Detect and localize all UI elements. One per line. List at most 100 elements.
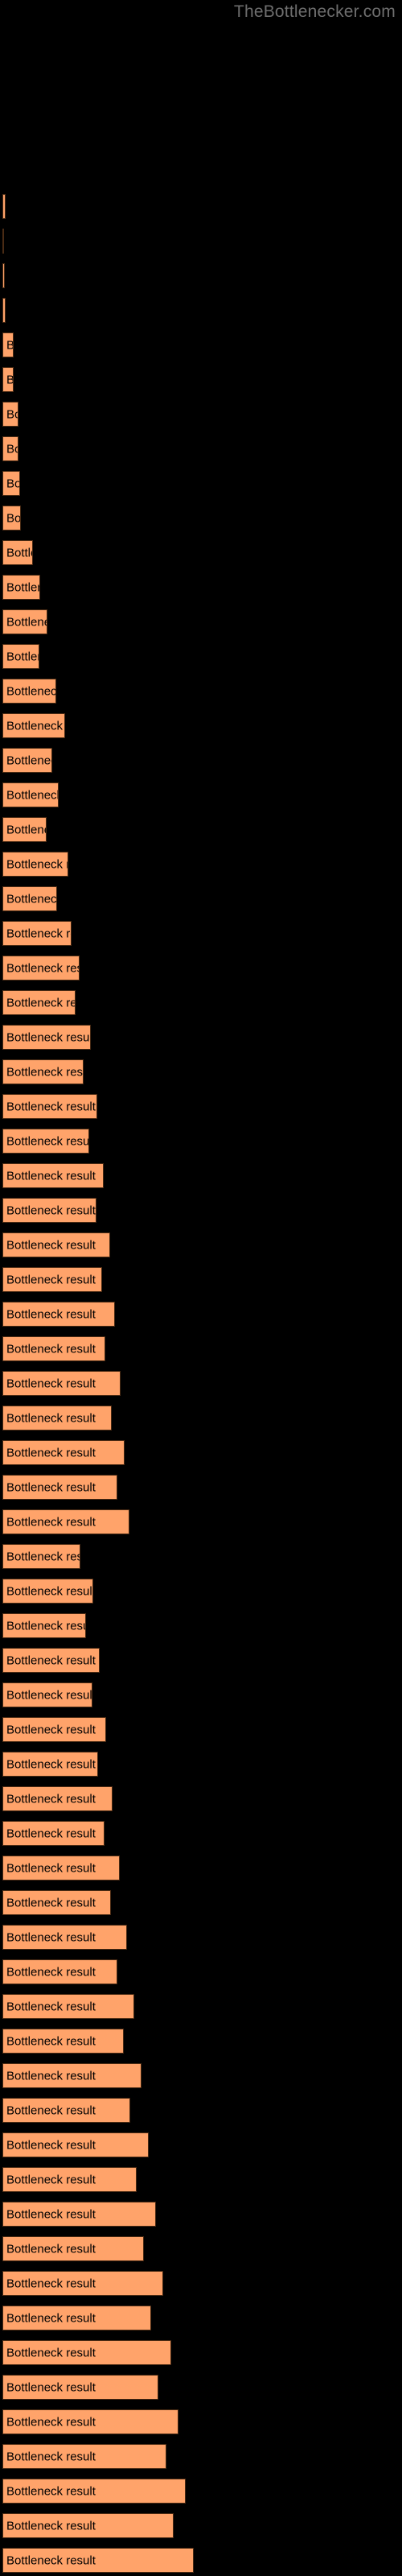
bar[interactable]: Bottleneck result bbox=[2, 956, 80, 980]
bar[interactable]: Bottleneck result bbox=[2, 1613, 86, 1638]
bar-label: Bottleneck result bbox=[6, 1515, 96, 1529]
bar-label: Bottleneck result bbox=[6, 338, 13, 352]
bar[interactable]: Bottleneck result bbox=[2, 1163, 104, 1188]
bar-label: Bottleneck result bbox=[6, 1792, 96, 1806]
bar-label: Bottleneck result bbox=[6, 1688, 92, 1702]
bar[interactable]: Bottleneck result bbox=[2, 2098, 130, 2123]
bar[interactable]: Bottleneck result bbox=[2, 1509, 129, 1534]
bar[interactable]: Bottleneck result bbox=[2, 990, 76, 1015]
bar[interactable]: Bottleneck result bbox=[2, 1232, 110, 1257]
bar[interactable]: Bottleneck result bbox=[2, 644, 39, 669]
bar[interactable]: Bottleneck result bbox=[2, 852, 68, 877]
bar[interactable]: Bottleneck result bbox=[2, 367, 14, 392]
bar[interactable]: Bottleneck result bbox=[2, 782, 59, 807]
bar-label: Bottleneck result bbox=[6, 650, 39, 663]
bar[interactable]: Bottleneck result bbox=[2, 2513, 174, 2538]
bar-label: Bottleneck result bbox=[6, 1965, 96, 1979]
bar-label: Bottleneck result bbox=[6, 1377, 96, 1390]
bar-label: Bottleneck result bbox=[6, 2000, 96, 2013]
bar-label: Bottleneck result bbox=[6, 407, 18, 421]
bar[interactable]: Bottleneck result bbox=[2, 1890, 111, 1915]
bar[interactable]: Bottleneck result bbox=[2, 1094, 97, 1119]
bar[interactable]: Bottleneck result bbox=[2, 575, 40, 600]
bar[interactable]: Bottleneck result bbox=[2, 1682, 92, 1707]
bar[interactable]: Bottleneck result bbox=[2, 1440, 125, 1465]
bar[interactable]: Bottleneck result bbox=[2, 2167, 137, 2192]
bar-label: Bottleneck result bbox=[6, 1619, 85, 1633]
bar-label: Bottleneck result bbox=[6, 1827, 96, 1840]
bar-label: Bottleneck result bbox=[6, 684, 56, 698]
bar-label: Bottleneck result bbox=[6, 1550, 80, 1563]
bar[interactable]: Bottleneck result bbox=[2, 263, 5, 288]
bar[interactable]: Bottleneck result bbox=[2, 1267, 102, 1292]
bar[interactable]: Bottleneck result bbox=[2, 1786, 113, 1811]
bar[interactable]: Bottleneck result bbox=[2, 2063, 142, 2088]
bar[interactable]: Bottleneck result bbox=[2, 1994, 134, 2019]
bar-label: Bottleneck result bbox=[6, 788, 59, 802]
bar-label: Bottleneck result bbox=[6, 927, 71, 940]
bar[interactable]: Bottleneck result bbox=[2, 2375, 158, 2400]
bar[interactable]: Bottleneck result bbox=[2, 540, 33, 565]
bar-label: Bottleneck result bbox=[6, 2103, 96, 2117]
bar[interactable]: Bottleneck result bbox=[2, 1717, 106, 1742]
bar-label: Bottleneck result bbox=[6, 615, 47, 629]
bar[interactable]: Bottleneck result bbox=[2, 1129, 89, 1154]
bar[interactable]: Bottleneck result bbox=[2, 1475, 117, 1500]
bar[interactable]: Bottleneck result bbox=[2, 2236, 144, 2261]
bar[interactable]: Bottleneck result bbox=[2, 2340, 171, 2365]
bar[interactable]: Bottleneck result bbox=[2, 2444, 166, 2469]
bar[interactable]: Bottleneck result bbox=[2, 2132, 149, 2157]
bar[interactable]: Bottleneck result bbox=[2, 1059, 84, 1084]
bar-label: Bottleneck result bbox=[6, 892, 57, 906]
bar[interactable]: Bottleneck result bbox=[2, 1371, 121, 1396]
bar[interactable]: Bottleneck result bbox=[2, 2548, 194, 2573]
bar-label: Bottleneck result bbox=[6, 2415, 96, 2429]
bar[interactable]: Bottleneck result bbox=[2, 2202, 156, 2227]
bar[interactable]: Bottleneck result bbox=[2, 713, 65, 738]
bar[interactable]: Bottleneck result bbox=[2, 229, 4, 254]
bar[interactable]: Bottleneck result bbox=[2, 1302, 115, 1327]
bar[interactable]: Bottleneck result bbox=[2, 194, 6, 219]
bar[interactable]: Bottleneck result bbox=[2, 2306, 151, 2330]
bar[interactable]: Bottleneck result bbox=[2, 2409, 178, 2434]
bar[interactable]: Bottleneck result bbox=[2, 1752, 98, 1777]
bar[interactable]: Bottleneck result bbox=[2, 471, 20, 496]
bar[interactable]: Bottleneck result bbox=[2, 1198, 96, 1223]
bar-label: Bottleneck result bbox=[6, 2277, 96, 2290]
bottleneck-chart-root: TheBottlenecker.com Bottleneck resultBot… bbox=[0, 0, 402, 2576]
bar[interactable]: Bottleneck result bbox=[2, 506, 21, 530]
bar-label: Bottleneck result bbox=[6, 1307, 96, 1321]
bar-label: Bottleneck result bbox=[6, 1342, 96, 1356]
bar-label: Bottleneck result bbox=[6, 477, 20, 490]
bar-label: Bottleneck result bbox=[6, 2173, 96, 2186]
bar[interactable]: Bottleneck result bbox=[2, 1959, 117, 1984]
bar[interactable]: Bottleneck result bbox=[2, 1336, 105, 1361]
bar-label: Bottleneck result bbox=[6, 1100, 96, 1113]
bar[interactable]: Bottleneck result bbox=[2, 921, 72, 946]
bar[interactable]: Bottleneck result bbox=[2, 748, 52, 773]
bar[interactable]: Bottleneck result bbox=[2, 1579, 93, 1604]
bar[interactable]: Bottleneck result bbox=[2, 1544, 80, 1569]
bar[interactable]: Bottleneck result bbox=[2, 2479, 186, 2504]
bar[interactable]: Bottleneck result bbox=[2, 1925, 127, 1950]
bar-label: Bottleneck result bbox=[6, 2553, 96, 2567]
bar[interactable]: Bottleneck result bbox=[2, 1821, 105, 1846]
bar[interactable]: Bottleneck result bbox=[2, 2271, 163, 2296]
bar-label: Bottleneck result bbox=[6, 1653, 96, 1667]
bar[interactable]: Bottleneck result bbox=[2, 2029, 124, 2054]
bar-label: Bottleneck result bbox=[6, 580, 39, 594]
bar[interactable]: Bottleneck result bbox=[2, 1406, 112, 1430]
bar[interactable]: Bottleneck result bbox=[2, 886, 57, 911]
bar[interactable]: Bottleneck result bbox=[2, 436, 18, 461]
bar[interactable]: Bottleneck result bbox=[2, 817, 47, 842]
bar[interactable]: Bottleneck result bbox=[2, 402, 18, 427]
bar[interactable]: Bottleneck result bbox=[2, 298, 6, 323]
bar[interactable]: Bottleneck result bbox=[2, 332, 14, 357]
bar[interactable]: Bottleneck result bbox=[2, 1025, 91, 1050]
bar[interactable]: Bottleneck result bbox=[2, 609, 47, 634]
bar[interactable]: Bottleneck result bbox=[2, 1648, 100, 1673]
bar[interactable]: Bottleneck result bbox=[2, 1856, 120, 1880]
bar-label: Bottleneck result bbox=[6, 1584, 93, 1598]
bar[interactable]: Bottleneck result bbox=[2, 679, 56, 704]
chart-plot-area: Bottleneck result Bottleneck result Bottle… bbox=[0, 0, 402, 2576]
